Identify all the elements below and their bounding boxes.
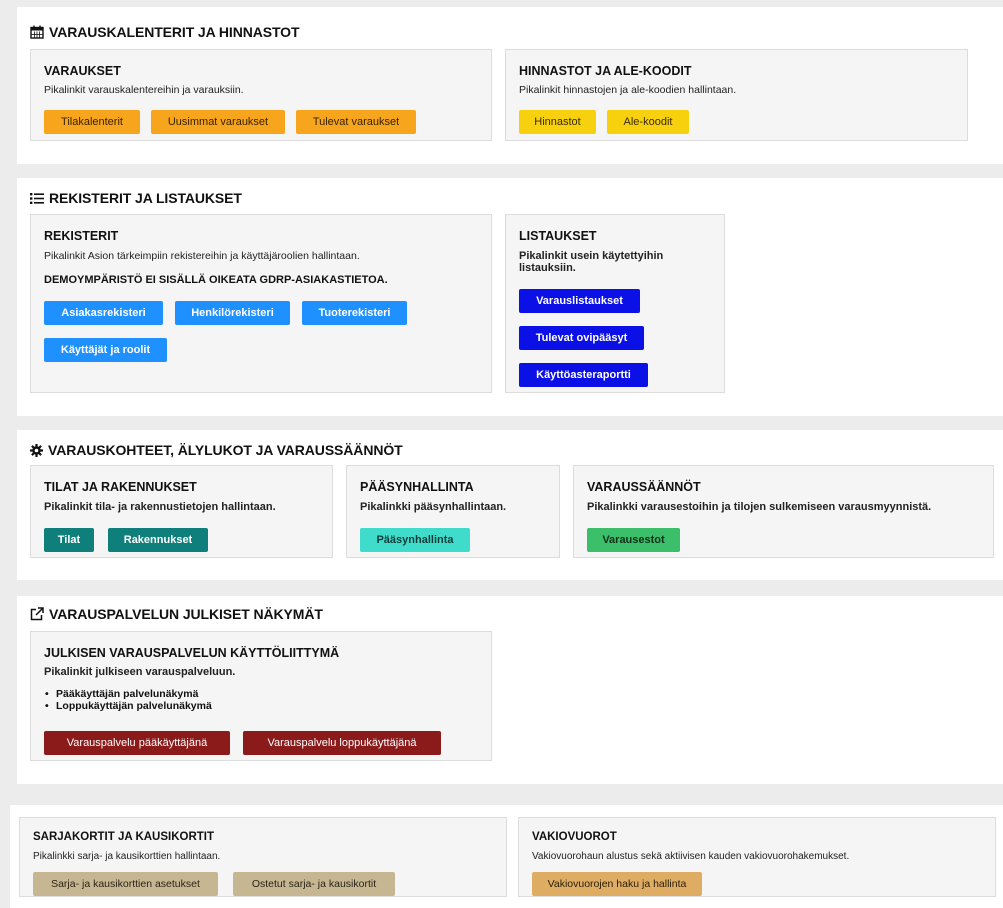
varauslistaukset-button[interactable]: Varauslistaukset — [519, 289, 640, 313]
section-extra: SARJAKORTIT JA KAUSIKORTIT Pikalinkki sa… — [10, 805, 1003, 908]
external-link-icon — [30, 607, 44, 621]
card-description-line2: listauksiin. — [519, 262, 576, 274]
card-description: Pikalinkki varausestoihin ja tilojen sul… — [587, 501, 932, 513]
section-reservations: VARAUSKALENTERIT JA HINNASTOT VARAUKSET … — [17, 7, 1003, 164]
card-description: Pikalinkit varauskalentereihin ja varauk… — [44, 84, 244, 96]
list-icon — [30, 192, 44, 205]
card-description: Pikalinkit Asion tärkeimpiin rekistereih… — [44, 250, 360, 262]
section-title-registers: REKISTERIT JA LISTAUKSET — [30, 190, 242, 206]
list-item: Loppukäyttäjän palvelunäkymä — [44, 700, 212, 712]
tilakalenterit-button[interactable]: Tilakalenterit — [44, 110, 140, 134]
card-title: HINNASTOT JA ALE-KOODIT — [519, 64, 692, 78]
list-item: Pääkäyttäjän palvelunäkymä — [44, 688, 212, 700]
card-sarjakortit: SARJAKORTIT JA KAUSIKORTIT Pikalinkki sa… — [19, 817, 507, 897]
card-description: Pikalinkit hinnastojen ja ale-koodien ha… — [519, 84, 737, 96]
card-title: REKISTERIT — [44, 229, 119, 243]
card-varaukset: VARAUKSET Pikalinkit varauskalentereihin… — [30, 49, 492, 141]
view-list: Pääkäyttäjän palvelunäkymä Loppukäyttäjä… — [44, 688, 212, 712]
ale-koodit-button[interactable]: Ale-koodit — [607, 110, 689, 134]
card-vakiovuorot: VAKIOVUOROT Vakiovuorohaun alustus sekä … — [518, 817, 996, 897]
card-hinnastot: HINNASTOT JA ALE-KOODIT Pikalinkit hinna… — [505, 49, 968, 141]
card-rekisterit: REKISTERIT Pikalinkit Asion tärkeimpiin … — [30, 214, 492, 393]
card-description: Pikalinkki sarja- ja kausikorttien halli… — [33, 851, 221, 862]
section-title-reservations: VARAUSKALENTERIT JA HINNASTOT — [30, 24, 300, 40]
card-description: Pikalinkit julkiseen varauspalveluun. — [44, 666, 236, 678]
kayttoasteraportti-button[interactable]: Käyttöasteraportti — [519, 363, 648, 387]
demo-warning: DEMOYMPÄRISTÖ EI SISÄLLÄ OIKEATA GDRP-AS… — [44, 274, 388, 286]
card-julkinen: JULKISEN VARAUSPALVELUN KÄYTTÖLIITTYMÄ P… — [30, 631, 492, 761]
henkilorekisteri-button[interactable]: Henkilörekisteri — [175, 301, 290, 325]
varausestot-button[interactable]: Varausestot — [587, 528, 680, 552]
ostetut-sarja-ja-kausikortit-button[interactable]: Ostetut sarja- ja kausikortit — [233, 872, 395, 896]
tulevat-ovipaasyt-button[interactable]: Tulevat ovipääsyt — [519, 326, 644, 350]
card-title: SARJAKORTIT JA KAUSIKORTIT — [33, 831, 215, 843]
section-targets: VARAUSKOHTEET, ÄLYLUKOT JA VARAUSSÄÄNNÖT… — [17, 430, 1003, 580]
uusimmat-varaukset-button[interactable]: Uusimmat varaukset — [151, 110, 285, 134]
card-varaussaannot: VARAUSSÄÄNNÖT Pikalinkki varausestoihin … — [573, 465, 994, 558]
asiakasrekisteri-button[interactable]: Asiakasrekisteri — [44, 301, 163, 325]
section-registers: REKISTERIT JA LISTAUKSET REKISTERIT Pika… — [17, 178, 1003, 416]
calendar-icon — [30, 25, 44, 39]
rakennukset-button[interactable]: Rakennukset — [108, 528, 208, 552]
section-title-text: REKISTERIT JA LISTAUKSET — [49, 190, 242, 206]
section-title-public: VARAUSPALVELUN JULKISET NÄKYMÄT — [30, 606, 323, 622]
tilat-button[interactable]: Tilat — [44, 528, 94, 552]
card-description: Vakiovuorohaun alustus sekä aktiivisen k… — [532, 851, 850, 862]
card-paasynhallinta: PÄÄSYNHALLINTA Pikalinkki pääsynhallinta… — [346, 465, 560, 558]
card-title: LISTAUKSET — [519, 229, 597, 243]
card-title: VARAUKSET — [44, 64, 121, 78]
card-tilat: TILAT JA RAKENNUKSET Pikalinkit tila- ja… — [30, 465, 333, 558]
paasynhallinta-button[interactable]: Pääsynhallinta — [360, 528, 470, 552]
section-title-text: VARAUSKALENTERIT JA HINNASTOT — [49, 24, 300, 40]
tulevat-varaukset-button[interactable]: Tulevat varaukset — [296, 110, 416, 134]
hinnastot-button[interactable]: Hinnastot — [519, 110, 596, 134]
card-description-line1: Pikalinkit usein käytettyihin — [519, 250, 664, 262]
varauspalvelu-paakayttaja-button[interactable]: Varauspalvelu pääkäyttäjänä — [44, 731, 230, 755]
card-title: TILAT JA RAKENNUKSET — [44, 480, 197, 494]
card-title: JULKISEN VARAUSPALVELUN KÄYTTÖLIITTYMÄ — [44, 646, 340, 660]
card-listaukset: LISTAUKSET Pikalinkit usein käytettyihin… — [505, 214, 725, 393]
card-description: Pikalinkit tila- ja rakennustietojen hal… — [44, 501, 276, 513]
sarja-ja-kausikorttien-asetukset-button[interactable]: Sarja- ja kausikorttien asetukset — [33, 872, 218, 896]
section-title-targets: VARAUSKOHTEET, ÄLYLUKOT JA VARAUSSÄÄNNÖT — [30, 442, 403, 458]
section-title-text: VARAUSKOHTEET, ÄLYLUKOT JA VARAUSSÄÄNNÖT — [48, 442, 403, 458]
gear-icon — [30, 443, 43, 457]
varauspalvelu-loppukayttaja-button[interactable]: Varauspalvelu loppukäyttäjänä — [243, 731, 441, 755]
card-title: VARAUSSÄÄNNÖT — [587, 480, 701, 494]
tuoterekisteri-button[interactable]: Tuoterekisteri — [302, 301, 407, 325]
vakiovuorojen-haku-ja-hallinta-button[interactable]: Vakiovuorojen haku ja hallinta — [532, 872, 702, 896]
kayttajat-ja-roolit-button[interactable]: Käyttäjät ja roolit — [44, 338, 167, 362]
section-public: VARAUSPALVELUN JULKISET NÄKYMÄT JULKISEN… — [17, 596, 1003, 784]
section-title-text: VARAUSPALVELUN JULKISET NÄKYMÄT — [49, 606, 323, 622]
card-description: Pikalinkki pääsynhallintaan. — [360, 501, 507, 513]
card-title: PÄÄSYNHALLINTA — [360, 480, 474, 494]
card-title: VAKIOVUOROT — [532, 831, 617, 843]
